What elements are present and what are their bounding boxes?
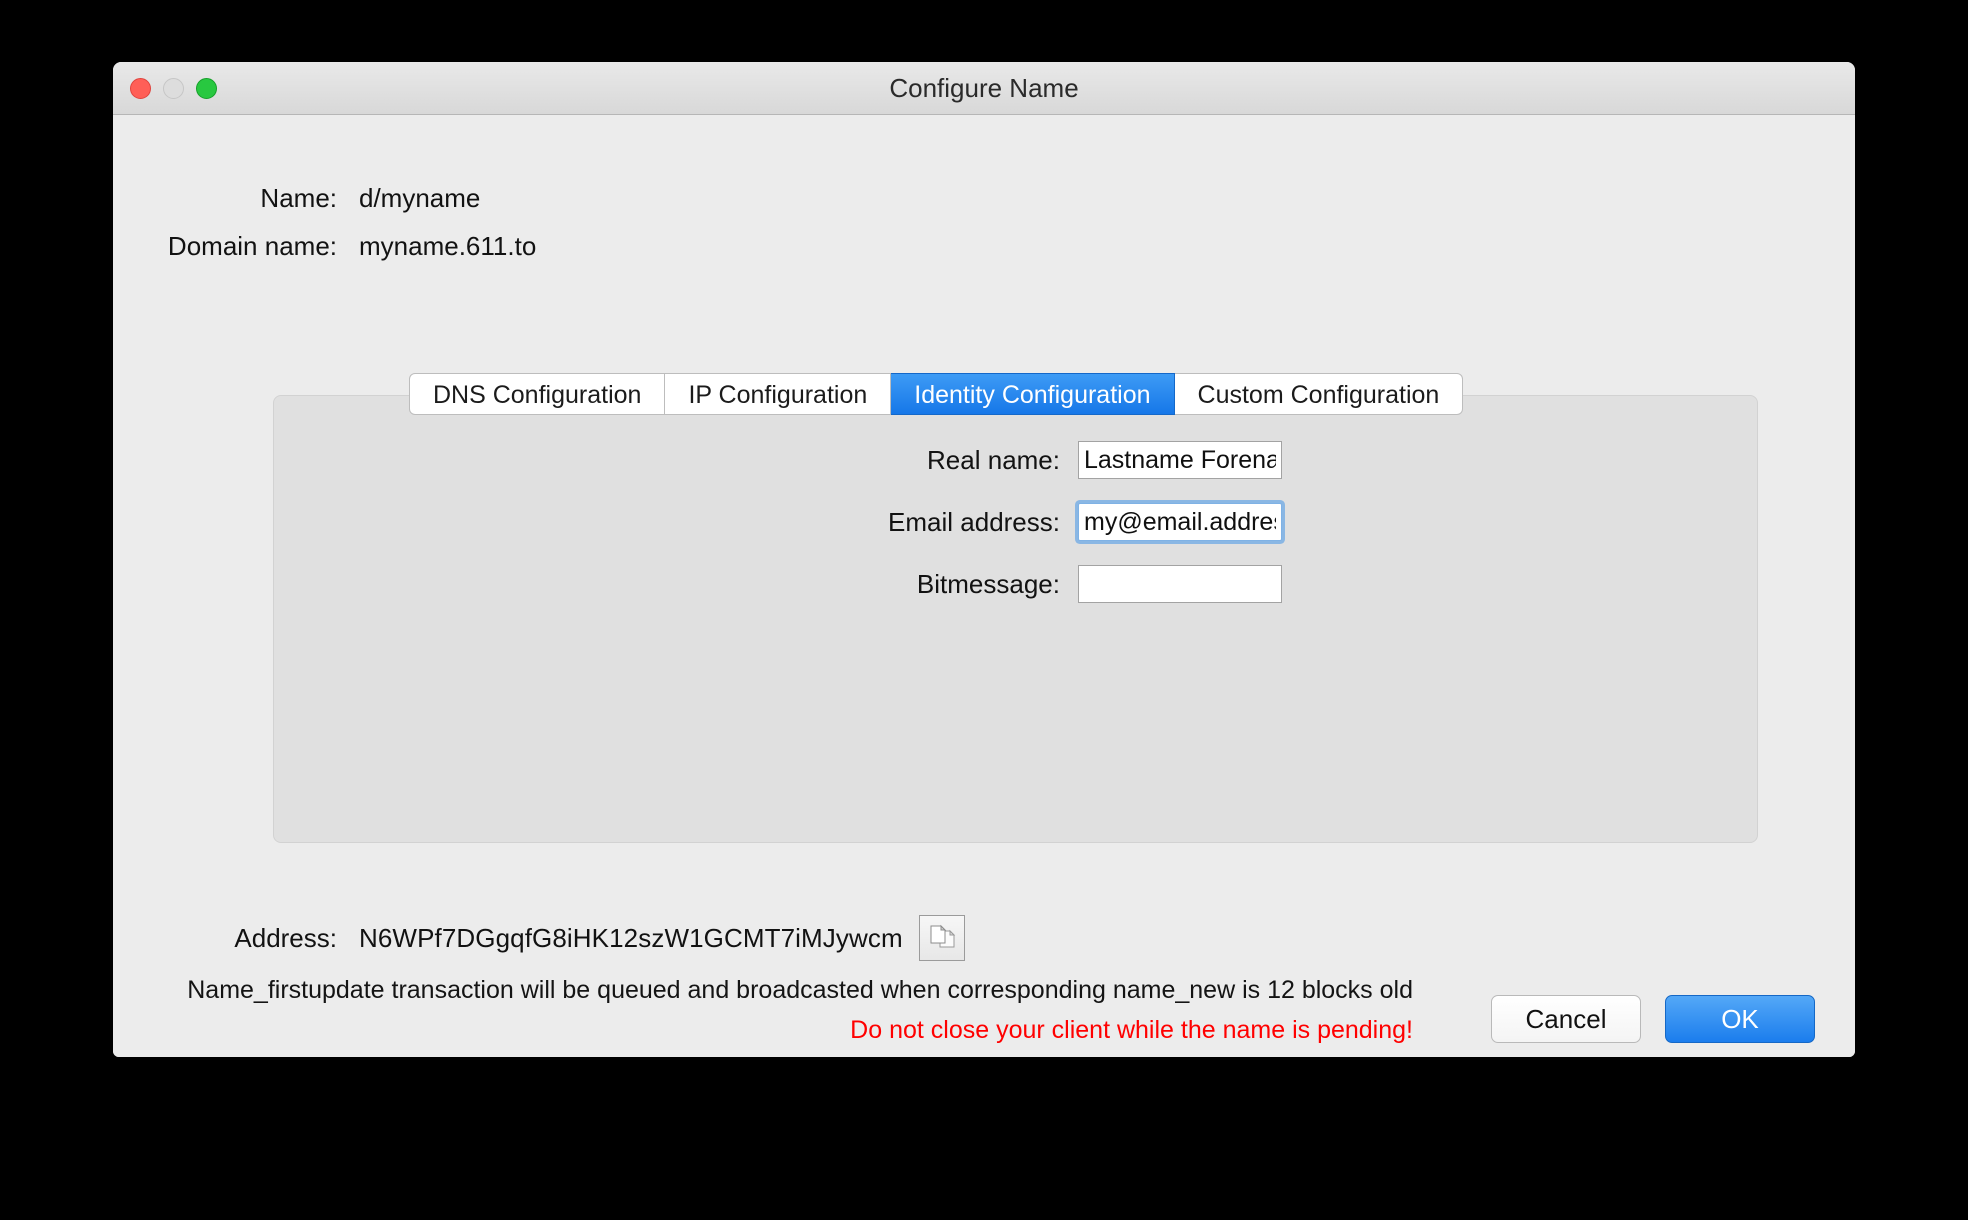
domain-name-value: myname.611.to xyxy=(359,231,536,262)
domain-name-row: Domain name: myname.611.to xyxy=(153,231,536,262)
configure-name-window: Configure Name Name: d/myname Domain nam… xyxy=(113,62,1855,1057)
tab-custom-configuration[interactable]: Custom Configuration xyxy=(1175,373,1464,415)
email-address-label: Email address: xyxy=(814,507,1078,538)
dialog-buttons: Cancel OK xyxy=(1491,995,1815,1043)
bitmessage-label: Bitmessage: xyxy=(814,569,1078,600)
screen: Configure Name Name: d/myname Domain nam… xyxy=(0,0,1968,1220)
email-address-row: Email address: xyxy=(274,503,1757,541)
identity-configuration-panel: Real name: Email address: Bitmessage: xyxy=(273,395,1758,843)
bitmessage-input[interactable] xyxy=(1078,565,1282,603)
tab-dns-configuration[interactable]: DNS Configuration xyxy=(409,373,665,415)
name-label: Name: xyxy=(153,183,359,214)
window-title: Configure Name xyxy=(113,62,1855,114)
address-value: N6WPf7DGgqfG8iHK12szW1GCMT7iMJywcm xyxy=(359,923,903,954)
tab-ip-configuration[interactable]: IP Configuration xyxy=(665,373,891,415)
ok-button[interactable]: OK xyxy=(1665,995,1815,1043)
copy-pages-icon xyxy=(927,922,957,955)
real-name-input[interactable] xyxy=(1078,441,1282,479)
configuration-tabs: DNS Configuration IP Configuration Ident… xyxy=(409,373,1463,415)
pending-info-text: Name_firstupdate transaction will be que… xyxy=(113,970,1413,1010)
domain-name-label: Domain name: xyxy=(153,231,359,262)
window-body: Name: d/myname Domain name: myname.611.t… xyxy=(113,115,1855,1057)
real-name-row: Real name: xyxy=(274,441,1757,479)
address-label: Address: xyxy=(153,923,359,954)
name-value: d/myname xyxy=(359,183,480,214)
window-titlebar: Configure Name xyxy=(113,62,1855,115)
address-row: Address: N6WPf7DGgqfG8iHK12szW1GCMT7iMJy… xyxy=(153,915,965,961)
copy-address-button[interactable] xyxy=(919,915,965,961)
footer-messages: Name_firstupdate transaction will be que… xyxy=(113,970,1423,1050)
pending-warning-text: Do not close your client while the name … xyxy=(113,1010,1413,1050)
tab-identity-configuration[interactable]: Identity Configuration xyxy=(891,373,1174,415)
name-row: Name: d/myname xyxy=(153,183,480,214)
bitmessage-row: Bitmessage: xyxy=(274,565,1757,603)
real-name-label: Real name: xyxy=(814,445,1078,476)
identity-form: Real name: Email address: Bitmessage: xyxy=(274,441,1757,627)
email-address-input[interactable] xyxy=(1078,503,1282,541)
cancel-button[interactable]: Cancel xyxy=(1491,995,1641,1043)
